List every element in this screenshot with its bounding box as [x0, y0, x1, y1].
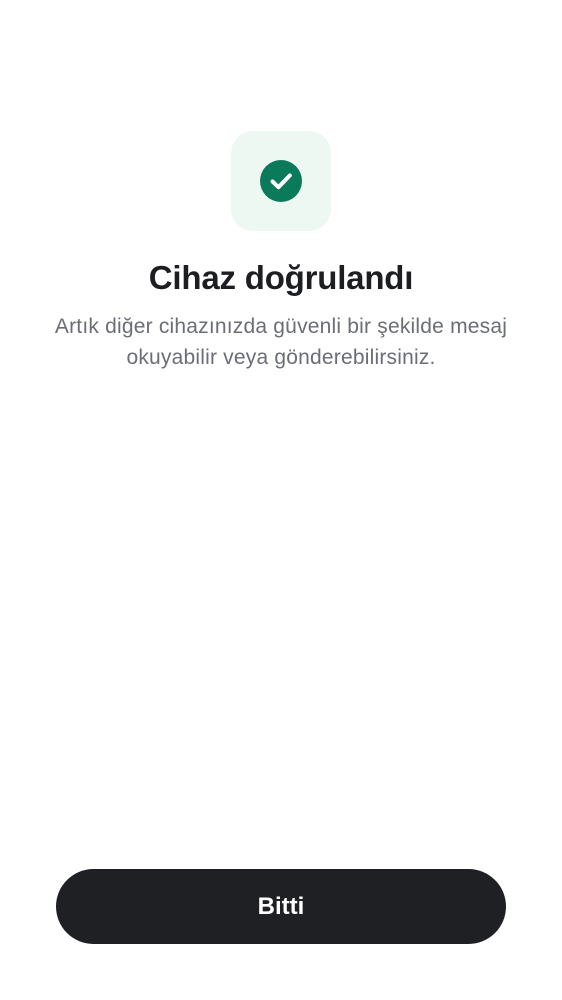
check-circle-icon: [260, 160, 302, 202]
device-verified-screen: Cihaz doğrulandı Artık diğer cihazınızda…: [0, 0, 562, 1000]
description-text: Artık diğer cihazınızda güvenli bir şeki…: [54, 315, 508, 369]
success-icon-tile: [231, 131, 331, 231]
done-button[interactable]: Bitti: [56, 869, 506, 944]
page-title: Cihaz doğrulandı: [148, 259, 414, 296]
